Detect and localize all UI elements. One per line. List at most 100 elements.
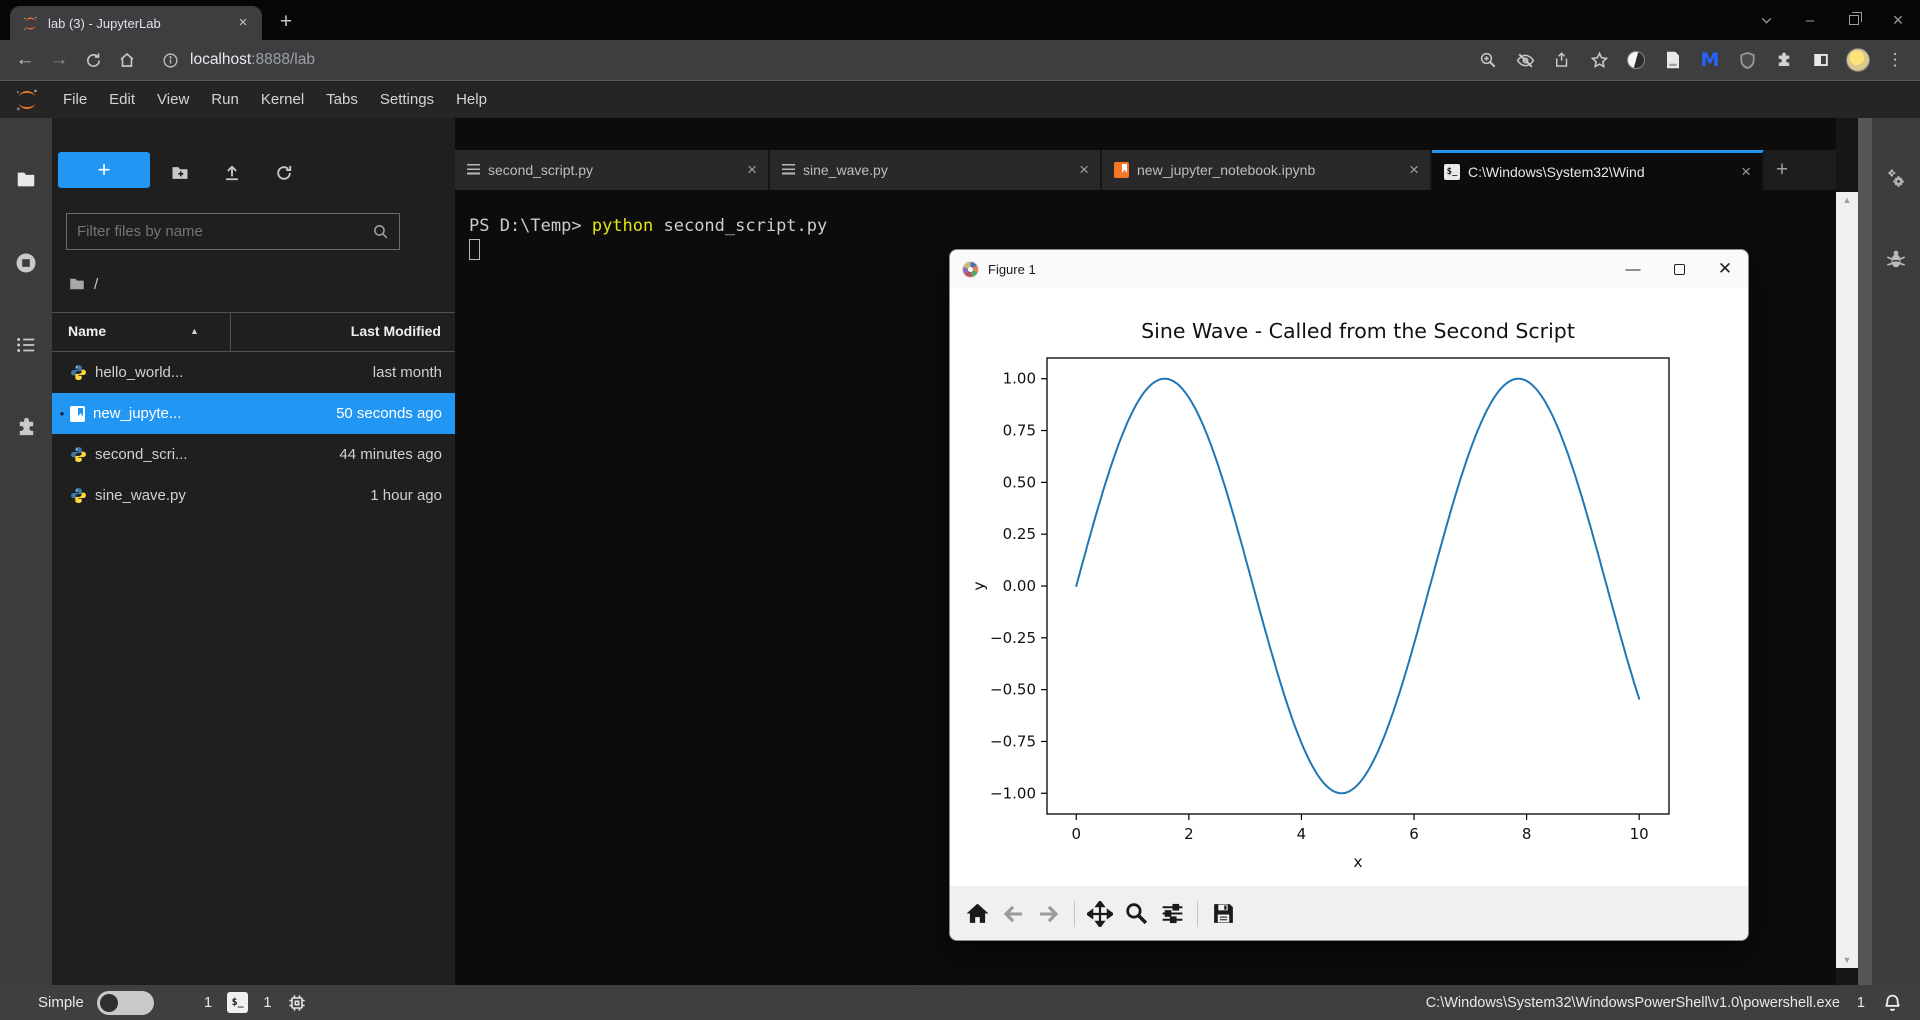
mpl-forward-icon[interactable] — [1034, 899, 1064, 929]
forward-icon[interactable]: → — [42, 43, 76, 77]
terminal-context-path[interactable]: C:\Windows\System32\WindowsPowerShell\v1… — [1426, 995, 1840, 1011]
mpl-zoom-icon[interactable] — [1121, 899, 1151, 929]
doc-tab-1[interactable]: second_script.py× — [455, 150, 770, 190]
figure-titlebar[interactable]: Figure 1 — ✕ — [950, 250, 1748, 288]
browser-menu-kebab-icon[interactable]: ⋮ — [1880, 45, 1910, 75]
jupyter-favicon — [22, 15, 39, 32]
browser-tab[interactable]: lab (3) - JupyterLab × — [10, 6, 262, 40]
file-row-new_jupyte[interactable]: ●new_jupyte...50 seconds ago — [52, 393, 455, 434]
breadcrumb-root[interactable]: / — [94, 276, 98, 293]
folder-icon — [68, 275, 86, 293]
menu-view[interactable]: View — [146, 81, 200, 118]
doc-tab-4[interactable]: $_C:\Windows\System32\Wind× — [1432, 150, 1764, 190]
menu-help[interactable]: Help — [445, 81, 498, 118]
mpl-subplots-sliders-icon[interactable] — [1157, 899, 1187, 929]
mpl-save-icon[interactable] — [1208, 899, 1238, 929]
new-folder-icon[interactable] — [170, 163, 190, 183]
search-icon — [372, 223, 389, 240]
figure-close-button[interactable]: ✕ — [1702, 250, 1748, 288]
extensions-puzzle-icon[interactable] — [1769, 45, 1799, 75]
browser-tab-close-icon[interactable]: × — [234, 14, 252, 32]
scroll-down-arrow-icon[interactable]: ▼ — [1836, 955, 1858, 965]
text-file-icon — [467, 164, 480, 177]
upload-icon[interactable] — [222, 163, 242, 183]
right-activity-bar — [1872, 118, 1920, 985]
close-tab-icon[interactable]: × — [1406, 160, 1422, 180]
address-bar[interactable]: localhost :8888/lab — [162, 51, 1473, 69]
svg-text:0.00: 0.00 — [1003, 577, 1036, 595]
running-indicator-dot: ● — [54, 409, 70, 418]
svg-text:1.00: 1.00 — [1003, 370, 1036, 388]
doc-tab-label: sine_wave.py — [803, 162, 1068, 178]
add-tab-button[interactable]: + — [1764, 150, 1800, 190]
debugger-bug-icon[interactable] — [1883, 246, 1909, 272]
side-panel-icon[interactable] — [1806, 45, 1836, 75]
site-info-icon[interactable] — [162, 52, 179, 69]
property-inspector-gears-icon[interactable] — [1883, 166, 1909, 192]
new-browser-tab-button[interactable]: + — [272, 9, 300, 37]
figure-minimize-button[interactable]: — — [1610, 250, 1656, 288]
url-host: localhost — [190, 51, 251, 69]
file-row-hello_world[interactable]: hello_world...last month — [52, 352, 455, 393]
terminal-command-arg: second_script.py — [653, 216, 827, 236]
column-last-modified[interactable]: Last Modified — [351, 323, 441, 339]
terminal-count: 1 — [204, 994, 212, 1011]
breadcrumb[interactable]: / — [68, 270, 98, 298]
window-minimize-button[interactable]: – — [1788, 0, 1832, 40]
svg-text:−1.00: −1.00 — [990, 784, 1036, 802]
window-close-button[interactable]: × — [1876, 0, 1920, 40]
share-icon[interactable] — [1547, 45, 1577, 75]
scroll-up-arrow-icon[interactable]: ▲ — [1836, 195, 1858, 205]
mpl-back-icon[interactable] — [998, 899, 1028, 929]
terminal-scrollbar[interactable]: ▲ ▼ — [1836, 192, 1858, 968]
close-tab-icon[interactable]: × — [1738, 162, 1754, 182]
menu-file[interactable]: File — [52, 81, 98, 118]
extension-contrast-icon[interactable] — [1621, 45, 1651, 75]
back-icon[interactable]: ← — [8, 43, 42, 77]
menu-edit[interactable]: Edit — [98, 81, 146, 118]
doc-tab-2[interactable]: sine_wave.py × — [770, 150, 1102, 190]
home-icon[interactable] — [110, 43, 144, 77]
sine-wave-chart: Sine Wave - Called from the Second Scrip… — [950, 288, 1749, 886]
window-restore-button[interactable] — [1832, 0, 1876, 40]
close-tab-icon[interactable]: × — [744, 160, 760, 180]
menu-tabs[interactable]: Tabs — [315, 81, 369, 118]
extension-manager-icon[interactable] — [13, 414, 39, 440]
terminal-status-icon[interactable]: $_ — [227, 992, 248, 1013]
panel-resize-gutter[interactable] — [1858, 118, 1872, 985]
menu-kernel[interactable]: Kernel — [250, 81, 315, 118]
menu-settings[interactable]: Settings — [369, 81, 445, 118]
menu-run[interactable]: Run — [200, 81, 250, 118]
notebook-file-icon — [70, 406, 85, 422]
refresh-icon[interactable] — [274, 163, 294, 183]
extension-shield-icon[interactable] — [1732, 45, 1762, 75]
extension-document-icon[interactable] — [1658, 45, 1688, 75]
reload-icon[interactable] — [76, 43, 110, 77]
figure-window[interactable]: Figure 1 — ✕ Sine Wave - Called from the… — [949, 249, 1749, 941]
filter-files-input[interactable] — [77, 223, 372, 240]
doc-tab-3[interactable]: new_jupyter_notebook.ipynb× — [1102, 150, 1432, 190]
column-name[interactable]: Name — [68, 323, 106, 339]
profile-avatar[interactable] — [1843, 45, 1873, 75]
tab-search-chevron-icon[interactable] — [1744, 0, 1788, 40]
file-name: hello_world... — [95, 364, 373, 381]
zoom-page-icon[interactable] — [1473, 45, 1503, 75]
extension-malwarebytes-icon[interactable]: M — [1695, 45, 1725, 75]
kernel-chip-icon[interactable] — [287, 993, 307, 1013]
file-browser-icon[interactable] — [13, 166, 39, 192]
file-row-second_scri[interactable]: second_scri...44 minutes ago — [52, 434, 455, 475]
file-last-modified: last month — [373, 364, 442, 381]
table-of-contents-icon[interactable] — [13, 332, 39, 358]
figure-maximize-button[interactable] — [1656, 250, 1702, 288]
filter-files-box[interactable] — [66, 213, 400, 250]
bookmark-star-icon[interactable] — [1584, 45, 1614, 75]
eye-off-icon[interactable] — [1510, 45, 1540, 75]
close-tab-icon[interactable]: × — [1076, 160, 1092, 180]
simple-mode-toggle[interactable] — [97, 991, 154, 1015]
notification-bell-icon[interactable] — [1882, 992, 1903, 1013]
file-row-sine_wavepy[interactable]: sine_wave.py1 hour ago — [52, 475, 455, 516]
mpl-home-icon[interactable] — [962, 899, 992, 929]
new-launcher-button[interactable]: + — [58, 152, 150, 188]
running-kernels-icon[interactable] — [13, 250, 39, 276]
mpl-pan-icon[interactable] — [1085, 899, 1115, 929]
